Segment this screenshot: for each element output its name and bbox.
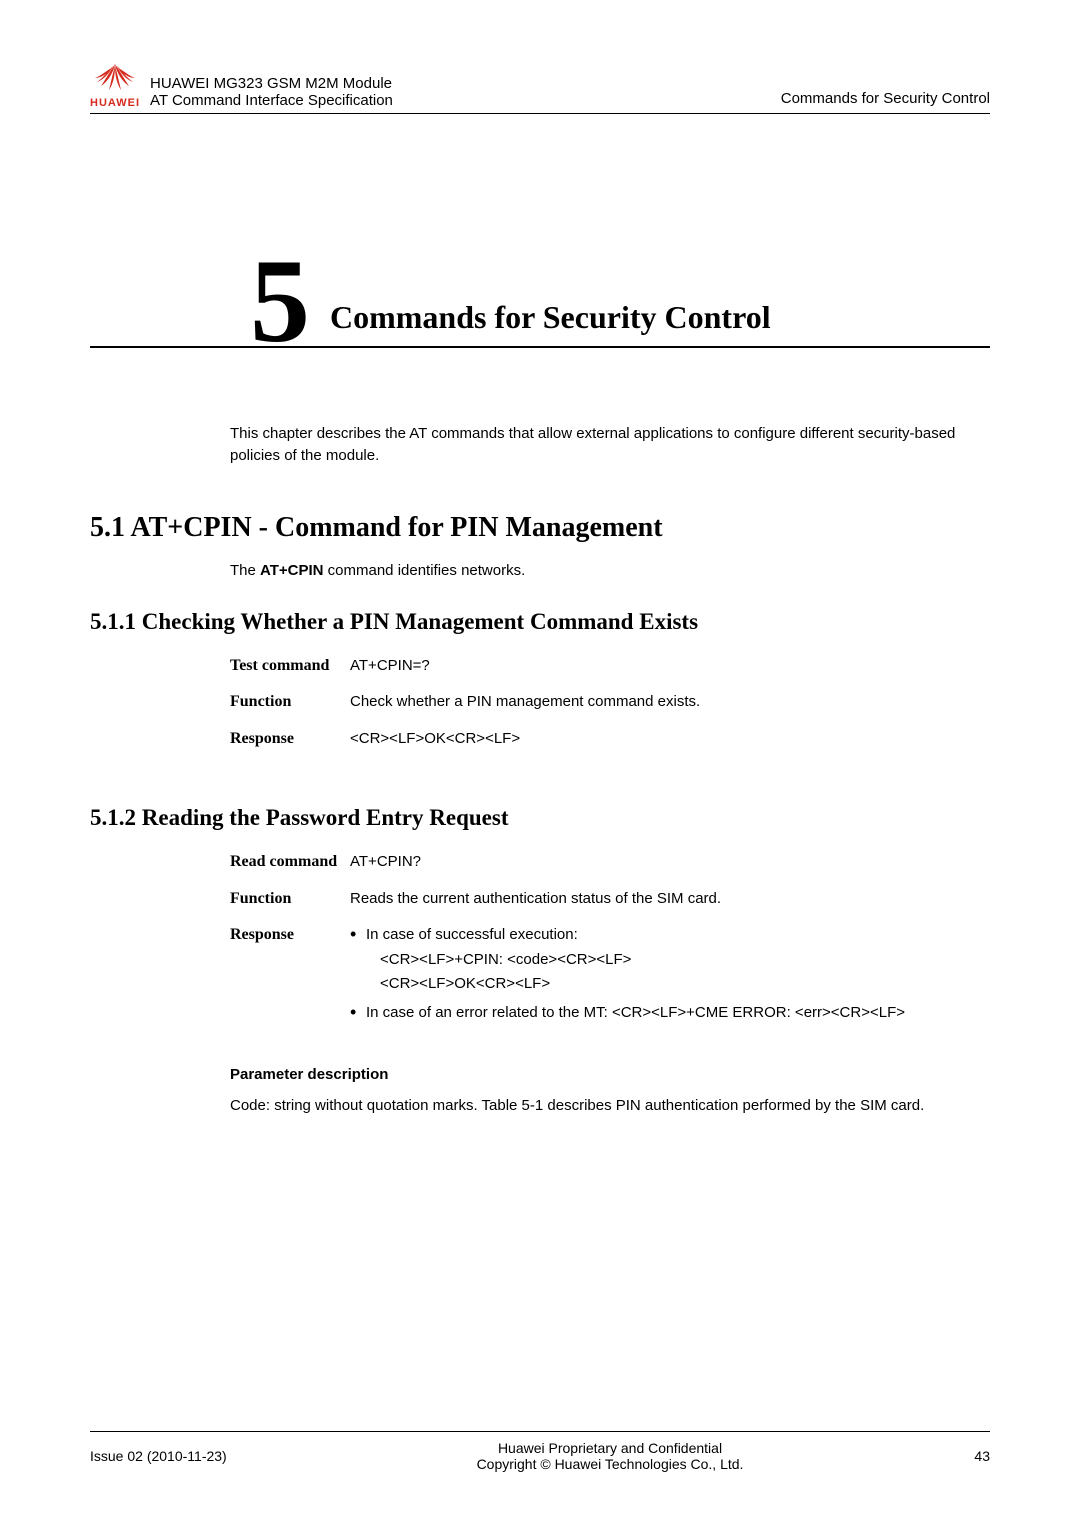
parameter-description-body: Code: string without quotation marks. Ta… [230,1095,990,1117]
section-heading-5-1: 5.1 AT+CPIN - Command for PIN Management [90,512,990,544]
bullet-text: In case of successful execution: [366,924,905,947]
row-label-test-command: Test command [230,655,350,678]
row-value-read-command: AT+CPIN? [350,851,421,874]
page-header: HUAWEI HUAWEI MG323 GSM M2M Module AT Co… [90,60,990,114]
response-line: <CR><LF>+CPIN: <code><CR><LF> [380,949,905,972]
row-label-read-command: Read command [230,851,350,874]
row-label-function: Function [230,691,350,714]
footer-copyright: Copyright © Huawei Technologies Co., Ltd… [290,1456,930,1472]
desc-prefix: The [230,562,260,579]
chapter-heading: 5 Commands for Security Control [90,244,990,348]
definition-table-5-1-2: Read command AT+CPIN? Function Reads the… [230,851,990,1024]
bullet-item: • In case of an error related to the MT:… [350,1002,905,1025]
bullet-dot-icon: • [350,924,366,947]
desc-bold: AT+CPIN [260,562,323,579]
section-5-1-desc: The AT+CPIN command identifies networks. [230,562,990,579]
header-doc-title: HUAWEI MG323 GSM M2M Module [150,75,781,92]
row-label-function: Function [230,888,350,911]
desc-suffix: command identifies networks. [324,562,526,579]
row-value-test-command: AT+CPIN=? [350,655,430,678]
row-value-response: <CR><LF>OK<CR><LF> [350,728,520,751]
section-heading-5-1-1: 5.1.1 Checking Whether a PIN Management … [90,609,990,635]
table-row: Response <CR><LF>OK<CR><LF> [230,728,990,751]
bullet-item: • In case of successful execution: [350,924,905,947]
footer-proprietary: Huawei Proprietary and Confidential [290,1440,930,1456]
header-section-name: Commands for Security Control [781,90,990,109]
section-heading-5-1-2: 5.1.2 Reading the Password Entry Request [90,805,990,831]
definition-table-5-1-1: Test command AT+CPIN=? Function Check wh… [230,655,990,751]
parameter-description-heading: Parameter description [230,1066,990,1083]
row-value-response: • In case of successful execution: <CR><… [350,924,905,1024]
huawei-logo-icon [93,60,137,96]
header-doc-subtitle: AT Command Interface Specification [150,92,781,109]
table-row: Response • In case of successful executi… [230,924,990,1024]
table-row: Test command AT+CPIN=? [230,655,990,678]
response-line: <CR><LF>OK<CR><LF> [380,973,905,996]
bullet-dot-icon: • [350,1002,366,1025]
footer-issue: Issue 02 (2010-11-23) [90,1448,290,1464]
table-row: Function Check whether a PIN management … [230,691,990,714]
footer-center: Huawei Proprietary and Confidential Copy… [290,1440,930,1472]
logo-text: HUAWEI [90,97,140,109]
header-titles: HUAWEI MG323 GSM M2M Module AT Command I… [150,75,781,109]
table-row: Function Reads the current authenticatio… [230,888,990,911]
row-value-function: Check whether a PIN management command e… [350,691,700,714]
logo-block: HUAWEI [90,60,140,109]
table-row: Read command AT+CPIN? [230,851,990,874]
row-label-response: Response [230,728,350,751]
bullet-text: In case of an error related to the MT: <… [366,1002,905,1025]
row-label-response: Response [230,924,350,1024]
row-value-function: Reads the current authentication status … [350,888,721,911]
footer-page-number: 43 [930,1448,990,1464]
chapter-title: Commands for Security Control [330,299,771,346]
chapter-intro: This chapter describes the AT commands t… [230,423,990,467]
chapter-number: 5 [250,250,310,352]
page-footer: Issue 02 (2010-11-23) Huawei Proprietary… [90,1431,990,1472]
